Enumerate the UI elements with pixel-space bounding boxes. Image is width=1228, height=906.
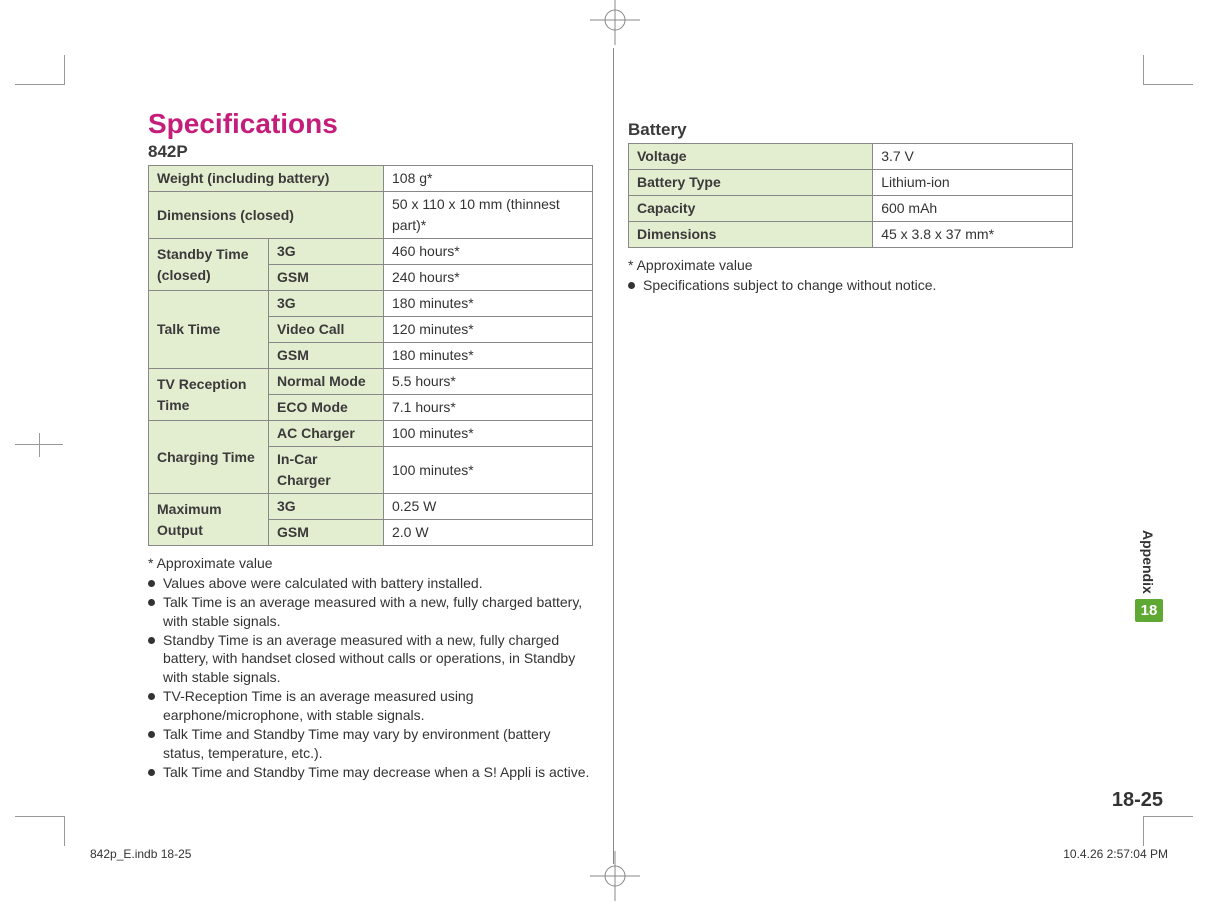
specs-table: Weight (including battery) 108 g* Dimens…: [148, 165, 593, 546]
page-number: 18-25: [1112, 789, 1163, 812]
spec-sublabel: GSM: [269, 343, 384, 369]
spec-value: Lithium-ion: [873, 170, 1073, 196]
list-item: Talk Time and Standby Time may decrease …: [148, 763, 593, 782]
tab-number: 18: [1135, 599, 1163, 622]
spec-group-label: TV Reception Time: [149, 369, 269, 421]
spec-group-label: Standby Time (closed): [149, 239, 269, 291]
spec-group-label: Charging Time: [149, 421, 269, 494]
spec-sublabel: Video Call: [269, 317, 384, 343]
section-tab: Appendix 18: [1135, 530, 1163, 622]
spec-value: 600 mAh: [873, 196, 1073, 222]
spec-value: 50 x 110 x 10 mm (thinnest part)*: [384, 192, 593, 239]
spec-label: Dimensions: [629, 222, 873, 248]
spec-sublabel: In-Car Charger: [269, 447, 384, 494]
table-row: Voltage 3.7 V: [629, 144, 1073, 170]
spec-label: Battery Type: [629, 170, 873, 196]
spec-sublabel: 3G: [269, 494, 384, 520]
page-title: Specifications: [148, 108, 593, 140]
list-item: Talk Time and Standby Time may vary by e…: [148, 725, 593, 763]
spec-sublabel: GSM: [269, 265, 384, 291]
table-row: Weight (including battery) 108 g*: [149, 166, 593, 192]
spec-label: Dimensions (closed): [149, 192, 384, 239]
spec-sublabel: 3G: [269, 239, 384, 265]
spec-group-label: Talk Time: [149, 291, 269, 369]
table-row: Talk Time 3G 180 minutes*: [149, 291, 593, 317]
spec-label: Voltage: [629, 144, 873, 170]
battery-table: Voltage 3.7 V Battery Type Lithium-ion C…: [628, 143, 1073, 248]
battery-heading: Battery: [628, 120, 1073, 140]
list-item: Standby Time is an average measured with…: [148, 631, 593, 688]
spec-label: Weight (including battery): [149, 166, 384, 192]
spec-sublabel: GSM: [269, 520, 384, 546]
asterisk-note: * Approximate value: [148, 554, 593, 573]
table-row: Dimensions 45 x 3.8 x 37 mm*: [629, 222, 1073, 248]
list-item: Talk Time is an average measured with a …: [148, 593, 593, 631]
notes-list: Values above were calculated with batter…: [148, 574, 593, 782]
asterisk-note: * Approximate value: [628, 256, 1073, 275]
table-row: Charging Time AC Charger 100 minutes*: [149, 421, 593, 447]
footer-date: 10.4.26 2:57:04 PM: [1063, 847, 1168, 861]
notes-list: Specifications subject to change without…: [628, 276, 1073, 295]
registration-mark-icon: [590, 0, 640, 45]
spec-label: Capacity: [629, 196, 873, 222]
table-row: Capacity 600 mAh: [629, 196, 1073, 222]
spec-value: 460 hours*: [384, 239, 593, 265]
spec-value: 100 minutes*: [384, 447, 593, 494]
spec-value: 100 minutes*: [384, 421, 593, 447]
spec-value: 180 minutes*: [384, 343, 593, 369]
table-row: Standby Time (closed) 3G 460 hours*: [149, 239, 593, 265]
spec-value: 120 minutes*: [384, 317, 593, 343]
table-row: Maximum Output 3G 0.25 W: [149, 494, 593, 520]
table-row: TV Reception Time Normal Mode 5.5 hours*: [149, 369, 593, 395]
model-heading: 842P: [148, 142, 593, 162]
spec-value: 0.25 W: [384, 494, 593, 520]
list-item: Values above were calculated with batter…: [148, 574, 593, 593]
spec-value: 2.0 W: [384, 520, 593, 546]
tab-label: Appendix: [1135, 530, 1156, 594]
list-item: Specifications subject to change without…: [628, 276, 1073, 295]
footer-file: 842p_E.indb 18-25: [90, 847, 191, 861]
spec-value: 7.1 hours*: [384, 395, 593, 421]
spec-sublabel: ECO Mode: [269, 395, 384, 421]
spec-value: 108 g*: [384, 166, 593, 192]
spec-sublabel: 3G: [269, 291, 384, 317]
list-item: TV-Reception Time is an average measured…: [148, 687, 593, 725]
table-row: Battery Type Lithium-ion: [629, 170, 1073, 196]
table-row: Dimensions (closed) 50 x 110 x 10 mm (th…: [149, 192, 593, 239]
spec-sublabel: AC Charger: [269, 421, 384, 447]
spec-value: 3.7 V: [873, 144, 1073, 170]
spec-sublabel: Normal Mode: [269, 369, 384, 395]
spec-value: 180 minutes*: [384, 291, 593, 317]
spec-group-label: Maximum Output: [149, 494, 269, 546]
spec-value: 240 hours*: [384, 265, 593, 291]
registration-mark-icon: [590, 851, 640, 901]
spec-value: 45 x 3.8 x 37 mm*: [873, 222, 1073, 248]
spec-value: 5.5 hours*: [384, 369, 593, 395]
